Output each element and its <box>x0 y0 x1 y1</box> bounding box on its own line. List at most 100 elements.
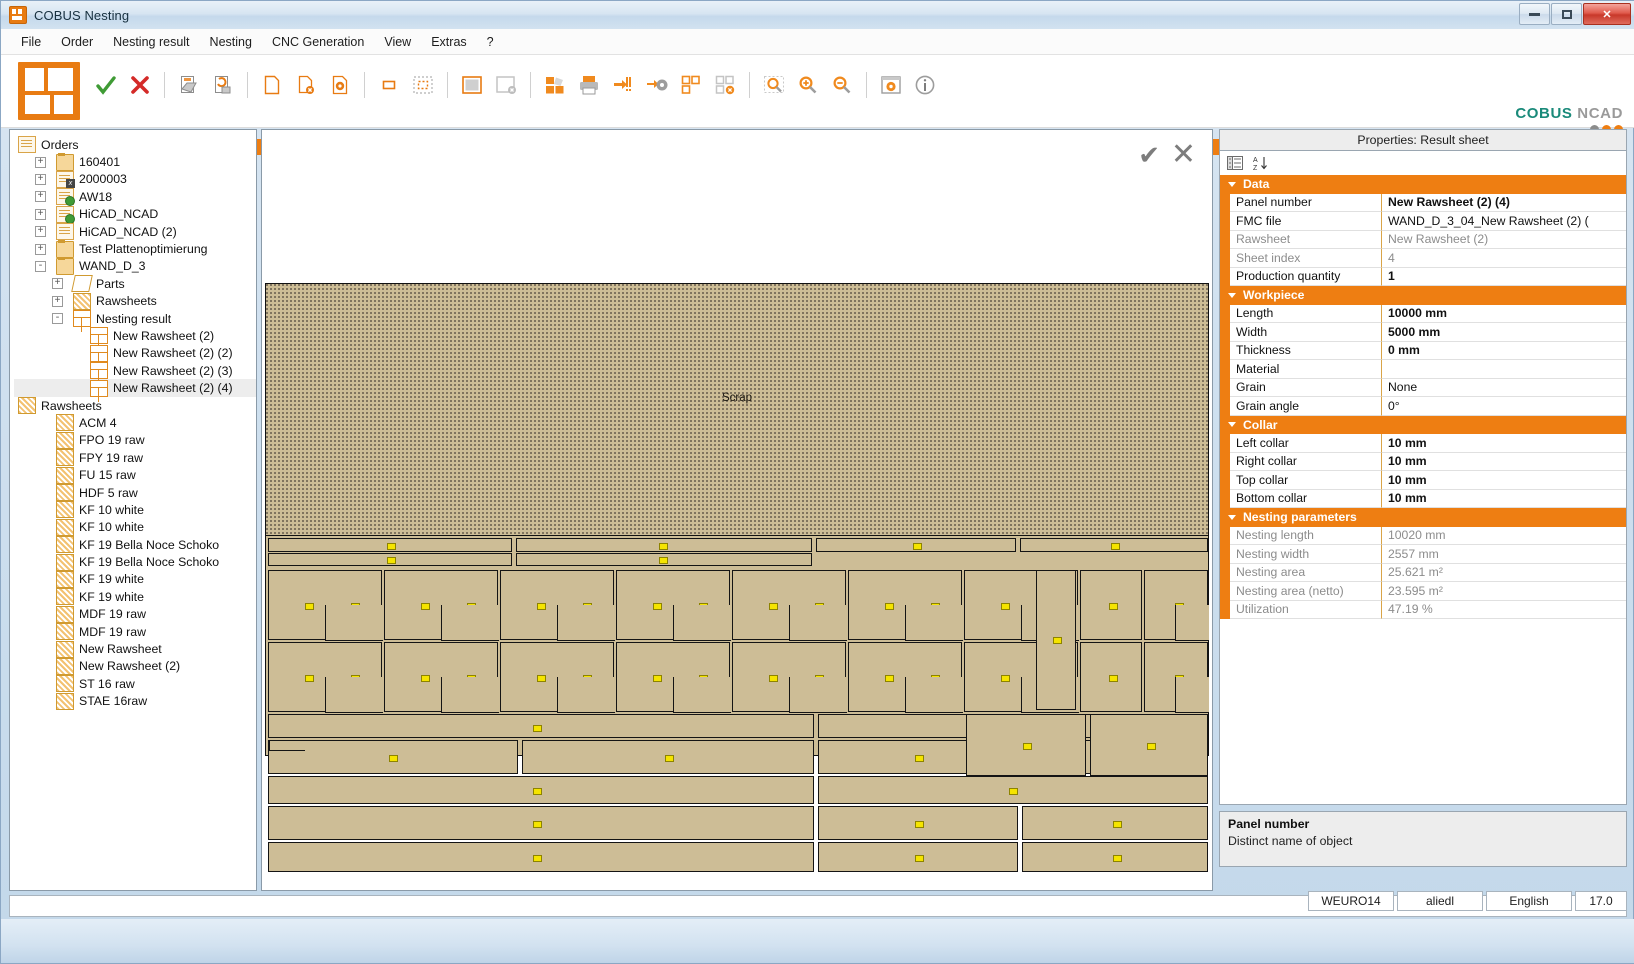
canvas-cancel-icon[interactable]: ✕ <box>1171 140 1196 170</box>
menu-cnc-generation[interactable]: CNC Generation <box>262 32 374 52</box>
reload-order-icon[interactable] <box>208 70 238 100</box>
property-row[interactable]: GrainNone <box>1220 379 1626 398</box>
nested-part[interactable] <box>616 570 730 640</box>
property-row[interactable]: RawsheetNew Rawsheet (2) <box>1220 231 1626 250</box>
tree-node-nesting-result-0[interactable]: New Rawsheet (2) <box>14 327 256 344</box>
menu-nesting[interactable]: Nesting <box>200 32 262 52</box>
document-settings-icon[interactable] <box>325 70 355 100</box>
tree-node-rawsheet-7[interactable]: KF 19 Bella Noce Schoko <box>14 536 256 553</box>
parts-icon[interactable] <box>540 70 570 100</box>
tree-node-nesting-result-3[interactable]: New Rawsheet (2) (4) <box>14 379 256 396</box>
tree-node-rawsheet-15[interactable]: ST 16 raw <box>14 675 256 692</box>
tree-node-rawsheet-1[interactable]: FPO 19 raw <box>14 432 256 449</box>
tree-node-rawsheets-root[interactable]: Rawsheets <box>14 397 256 414</box>
nested-part[interactable] <box>1022 806 1208 840</box>
zoom-window-icon[interactable] <box>759 70 789 100</box>
tree-node-nesting-result-2[interactable]: New Rawsheet (2) (3) <box>14 362 256 379</box>
collapse-triangle-icon[interactable] <box>1228 515 1236 520</box>
nested-part[interactable] <box>1036 570 1076 710</box>
tree-node-rawsheet-5[interactable]: KF 10 white <box>14 501 256 518</box>
property-row[interactable]: Utilization47.19 % <box>1220 601 1626 620</box>
property-row[interactable]: Nesting area (netto)23.595 m² <box>1220 582 1626 601</box>
collapse-triangle-icon[interactable] <box>1228 293 1236 298</box>
close-button[interactable]: ✕ <box>1583 3 1631 25</box>
property-value[interactable]: 4 <box>1382 249 1626 268</box>
property-row[interactable]: Nesting area25.621 m² <box>1220 564 1626 583</box>
nested-part[interactable] <box>516 553 812 566</box>
minimize-button[interactable] <box>1519 3 1550 25</box>
tree-node-rawsheet-8[interactable]: KF 19 Bella Noce Schoko <box>14 553 256 570</box>
property-row[interactable]: Right collar10 mm <box>1220 453 1626 472</box>
tree-node-order-3[interactable]: +HiCAD_NCAD <box>14 206 256 223</box>
tree-node-order-0[interactable]: +160401 <box>14 153 256 170</box>
nested-part[interactable] <box>1020 538 1208 552</box>
nested-part[interactable] <box>1022 842 1208 872</box>
nested-part[interactable] <box>732 642 846 712</box>
nested-part[interactable] <box>818 842 1018 872</box>
print-icon[interactable] <box>574 70 604 100</box>
menu-nesting-result[interactable]: Nesting result <box>103 32 199 52</box>
info-icon[interactable] <box>910 70 940 100</box>
property-value[interactable]: 10000 mm <box>1382 305 1626 324</box>
tree-node-order-5[interactable]: +Test Plattenoptimierung <box>14 240 256 257</box>
rectangle-icon[interactable] <box>374 70 404 100</box>
tree-expander-plus-icon[interactable]: + <box>35 174 46 185</box>
nested-part[interactable] <box>268 740 518 774</box>
tree-node-rawsheet-9[interactable]: KF 19 white <box>14 571 256 588</box>
property-row[interactable]: Nesting width2557 mm <box>1220 545 1626 564</box>
nested-part[interactable] <box>816 538 1016 552</box>
nesting-canvas-panel[interactable]: ✔ ✕ Scrap <box>261 129 1213 891</box>
nested-part[interactable] <box>516 538 812 552</box>
property-value[interactable]: None <box>1382 379 1626 398</box>
nested-part[interactable] <box>268 553 512 566</box>
tree-node-orders[interactable]: Orders <box>14 136 256 153</box>
property-group-workpiece[interactable]: Workpiece <box>1220 286 1626 305</box>
tree-node-rawsheet-10[interactable]: KF 19 white <box>14 588 256 605</box>
property-value[interactable]: 5000 mm <box>1382 323 1626 342</box>
nested-part[interactable] <box>384 570 498 640</box>
nested-part[interactable] <box>1090 714 1208 776</box>
tree-node-nesting-result-1[interactable]: New Rawsheet (2) (2) <box>14 345 256 362</box>
tree-node-rawsheet-0[interactable]: ACM 4 <box>14 414 256 431</box>
cancel-cross-icon[interactable] <box>125 70 155 100</box>
property-group-collar[interactable]: Collar <box>1220 416 1626 435</box>
nested-part[interactable] <box>1144 570 1208 640</box>
nested-part[interactable] <box>732 570 846 640</box>
property-row[interactable]: Left collar10 mm <box>1220 434 1626 453</box>
collapse-triangle-icon[interactable] <box>1228 182 1236 187</box>
property-row[interactable]: Width5000 mm <box>1220 323 1626 342</box>
property-value[interactable]: 25.621 m² <box>1382 564 1626 583</box>
nested-part[interactable] <box>818 776 1208 804</box>
tree-node-order-2[interactable]: +AW18 <box>14 188 256 205</box>
menu-view[interactable]: View <box>374 32 421 52</box>
nested-part[interactable] <box>384 642 498 712</box>
property-group-data[interactable]: Data <box>1220 175 1626 194</box>
nested-part[interactable] <box>1144 642 1208 712</box>
tree-expander-plus-icon[interactable]: + <box>35 226 46 237</box>
program-settings-icon[interactable] <box>876 70 906 100</box>
property-value[interactable]: 2557 mm <box>1382 545 1626 564</box>
menu-file[interactable]: File <box>11 32 51 52</box>
zoom-out-icon[interactable] <box>827 70 857 100</box>
delete-document-icon[interactable] <box>291 70 321 100</box>
tree-node-nesting-result[interactable]: -Nesting result <box>14 310 256 327</box>
property-value[interactable]: 1 <box>1382 268 1626 287</box>
zoom-in-icon[interactable] <box>793 70 823 100</box>
menu-order[interactable]: Order <box>51 32 103 52</box>
nested-part[interactable] <box>268 806 814 840</box>
property-value[interactable]: 0° <box>1382 397 1626 416</box>
property-value[interactable]: 23.595 m² <box>1382 582 1626 601</box>
tree-expander-plus-icon[interactable]: + <box>52 296 63 307</box>
nested-part[interactable] <box>522 740 814 774</box>
property-value[interactable]: New Rawsheet (2) (4) <box>1382 194 1626 213</box>
nested-part[interactable] <box>966 714 1086 776</box>
tree-node-rawsheet-11[interactable]: MDF 19 raw <box>14 606 256 623</box>
new-document-icon[interactable] <box>257 70 287 100</box>
property-value[interactable]: 10 mm <box>1382 490 1626 509</box>
menu-help[interactable]: ? <box>477 32 504 52</box>
tree-expander-minus-icon[interactable]: - <box>52 313 63 324</box>
alphabetical-sort-icon[interactable]: AZ <box>1252 154 1270 172</box>
accept-check-icon[interactable] <box>91 70 121 100</box>
result-sheet-drawing[interactable]: Scrap <box>265 283 1209 756</box>
tree-node-rawsheet-6[interactable]: KF 10 white <box>14 519 256 536</box>
